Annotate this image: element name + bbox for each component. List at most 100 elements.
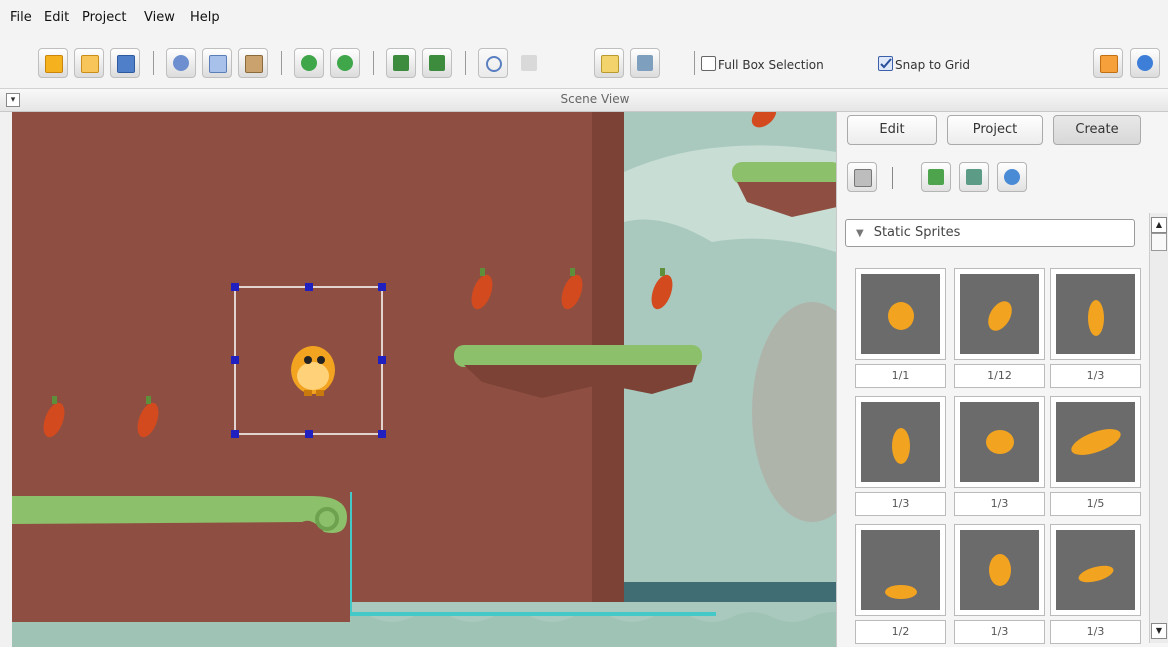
save-button[interactable]: [110, 48, 140, 78]
snap-to-grid-checkbox[interactable]: Snap to Grid: [878, 56, 970, 72]
refresh-icon: [1004, 169, 1020, 185]
sprite-preview-icon: [885, 585, 917, 599]
undo-icon: [301, 55, 317, 71]
sprite-thumbnail[interactable]: 1/3: [1050, 524, 1141, 646]
bring-forward-button[interactable]: [386, 48, 416, 78]
edit-note-icon: [601, 55, 619, 73]
tab-edit[interactable]: Edit: [847, 115, 937, 145]
checkbox-box: [701, 56, 716, 71]
snap-to-grid-label: Snap to Grid: [895, 58, 971, 72]
toolbar-separator: [153, 51, 154, 75]
category-label: Static Sprites: [873, 225, 961, 240]
menu-file[interactable]: File: [10, 10, 32, 25]
sprite-thumbnail[interactable]: 1/1: [855, 268, 946, 390]
toolbar-separator: [694, 51, 695, 75]
sprite-frame-label: 1/3: [855, 492, 946, 516]
toolbar: Full Box Selection Snap to Grid: [0, 40, 1168, 89]
pointer-button[interactable]: [514, 48, 544, 78]
image-add-icon: [928, 169, 944, 185]
checkbox-box-checked: [878, 56, 893, 71]
open-button[interactable]: [74, 48, 104, 78]
tab-create[interactable]: Create: [1053, 115, 1141, 145]
sprite-preview-icon: [1071, 429, 1121, 455]
sprite-preview-icon: [892, 428, 910, 464]
full-box-selection-label: Full Box Selection: [718, 58, 824, 72]
water-band: [624, 582, 836, 602]
send-backward-icon: [429, 55, 445, 71]
menu-edit[interactable]: Edit: [44, 10, 69, 25]
sprite-frame-label: 1/1: [855, 364, 946, 388]
edit-note-button[interactable]: [594, 48, 624, 78]
new-button[interactable]: [38, 48, 68, 78]
sprite-preview-icon: [1088, 300, 1104, 336]
copy-button[interactable]: [202, 48, 232, 78]
refresh-button[interactable]: [997, 162, 1027, 192]
sprite-thumbnail[interactable]: 1/3: [954, 524, 1045, 646]
sprite-category-dropdown[interactable]: ▼ Static Sprites: [845, 219, 1135, 247]
add-sprite-button[interactable]: [921, 162, 951, 192]
send-backward-button[interactable]: [422, 48, 452, 78]
info-icon: [1137, 55, 1153, 71]
cut-button[interactable]: [166, 48, 196, 78]
sprite-preview-icon: [888, 302, 914, 330]
sprite-thumbnail[interactable]: 1/3: [855, 396, 946, 518]
paste-button[interactable]: [238, 48, 268, 78]
toolbar-separator: [465, 51, 466, 75]
copy-icon: [209, 55, 227, 73]
monitor-button[interactable]: [630, 48, 660, 78]
side-panel: Edit Project Create ▼ Static Sprites 1/1 …: [836, 112, 1168, 647]
panel-scrollbar[interactable]: ▲ ▼: [1149, 213, 1168, 643]
target-icon: [486, 56, 502, 72]
sprite-thumbnail[interactable]: 1/3: [1050, 268, 1141, 390]
floating-platform-grass: [732, 162, 836, 184]
sprite-frame-label: 1/5: [1050, 492, 1141, 516]
image-grid-icon: [966, 169, 982, 185]
panel-separator: [892, 167, 893, 189]
redo-button[interactable]: [330, 48, 360, 78]
toolbar-separator: [281, 51, 282, 75]
message-button[interactable]: [1093, 48, 1123, 78]
save-icon: [117, 55, 135, 73]
scroll-down-icon[interactable]: ▼: [1151, 623, 1167, 639]
redo-icon: [337, 55, 353, 71]
menu-project[interactable]: Project: [82, 10, 126, 25]
sprite-frame-label: 1/3: [1050, 364, 1141, 388]
sprite-preview-icon: [988, 301, 1012, 331]
paste-icon: [245, 55, 263, 73]
cut-icon: [173, 55, 189, 71]
scrollbar-thumb[interactable]: [1151, 233, 1167, 251]
sprite-thumbnail[interactable]: 1/2: [855, 524, 946, 646]
sprite-frame-label: 1/3: [1050, 620, 1141, 644]
middle-platform-grass: [454, 345, 702, 367]
toolbar-separator: [373, 51, 374, 75]
sprite-thumbnail[interactable]: 1/5: [1050, 396, 1141, 518]
menu-bar: File Edit Project View Help: [0, 0, 1168, 40]
duplicate-button[interactable]: [847, 162, 877, 192]
sprite-thumbnail[interactable]: 1/3: [954, 396, 1045, 518]
sprite-thumbnail[interactable]: 1/12: [954, 268, 1045, 390]
bring-forward-icon: [393, 55, 409, 71]
menu-help[interactable]: Help: [190, 10, 220, 25]
add-tileset-button[interactable]: [959, 162, 989, 192]
sprite-frame-label: 1/2: [855, 620, 946, 644]
sprite-preview-icon: [1078, 565, 1114, 583]
target-button[interactable]: [478, 48, 508, 78]
tab-project[interactable]: Project: [947, 115, 1043, 145]
ground-outline: [350, 492, 352, 616]
check-icon: [880, 58, 892, 69]
undo-button[interactable]: [294, 48, 324, 78]
open-icon: [81, 55, 99, 73]
full-box-selection-checkbox[interactable]: Full Box Selection: [701, 56, 824, 72]
scroll-up-icon[interactable]: ▲: [1151, 217, 1167, 233]
new-icon: [45, 55, 63, 73]
monitor-icon: [637, 55, 653, 71]
sprite-preview-icon: [986, 430, 1014, 454]
scene-view-header: ▾ Scene View: [0, 89, 1168, 112]
pointer-icon: [521, 55, 537, 71]
info-button[interactable]: [1130, 48, 1160, 78]
scene-view-title: Scene View: [560, 92, 630, 106]
duplicate-icon: [854, 169, 872, 187]
sprite-preview-icon: [989, 554, 1011, 586]
menu-view[interactable]: View: [144, 10, 175, 25]
scene-canvas[interactable]: [12, 112, 836, 647]
